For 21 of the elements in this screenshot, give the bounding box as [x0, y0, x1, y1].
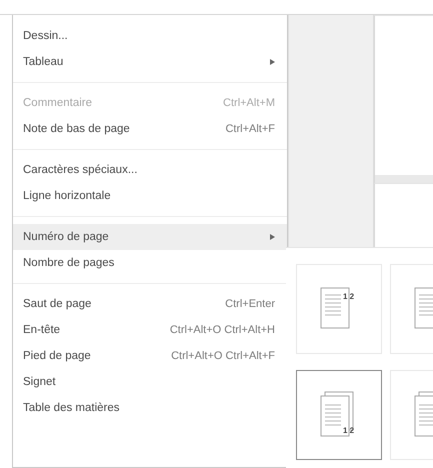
- shortcut-text: Ctrl+Alt+O Ctrl+Alt+F: [171, 350, 275, 362]
- menu-item[interactable]: En-tête Ctrl+Alt+O Ctrl+Alt+H: [13, 317, 287, 343]
- menu-item[interactable]: Dessin...: [13, 23, 287, 49]
- shortcut-text: Ctrl+Alt+M: [223, 97, 275, 109]
- menu-item[interactable]: Ligne horizontale: [13, 183, 287, 209]
- submenu-arrow-icon: [270, 234, 275, 240]
- page-number-option[interactable]: 1 2: [296, 370, 382, 460]
- page-number-option[interactable]: 1 2: [296, 264, 382, 354]
- menu-item[interactable]: Table des matières: [13, 395, 287, 421]
- menu-item[interactable]: Caractères spéciaux...: [13, 157, 287, 183]
- shortcut-text: Ctrl+Enter: [225, 298, 275, 310]
- menu-item[interactable]: Signet: [13, 369, 287, 395]
- menu-item[interactable]: Nombre de pages: [13, 250, 287, 276]
- shortcut-text: Ctrl+Alt+F: [225, 123, 275, 135]
- submenu-arrow-icon: [270, 59, 275, 65]
- menu-item[interactable]: Saut de page Ctrl+Enter: [13, 291, 287, 317]
- menu-item[interactable]: Pied de page Ctrl+Alt+O Ctrl+Alt+F: [13, 343, 287, 369]
- menu-item[interactable]: Numéro de page: [13, 224, 287, 250]
- menu-item[interactable]: Note de bas de page Ctrl+Alt+F: [13, 116, 287, 142]
- menu-item[interactable]: Tableau: [13, 49, 287, 75]
- shortcut-text: Ctrl+Alt+O Ctrl+Alt+H: [170, 324, 275, 336]
